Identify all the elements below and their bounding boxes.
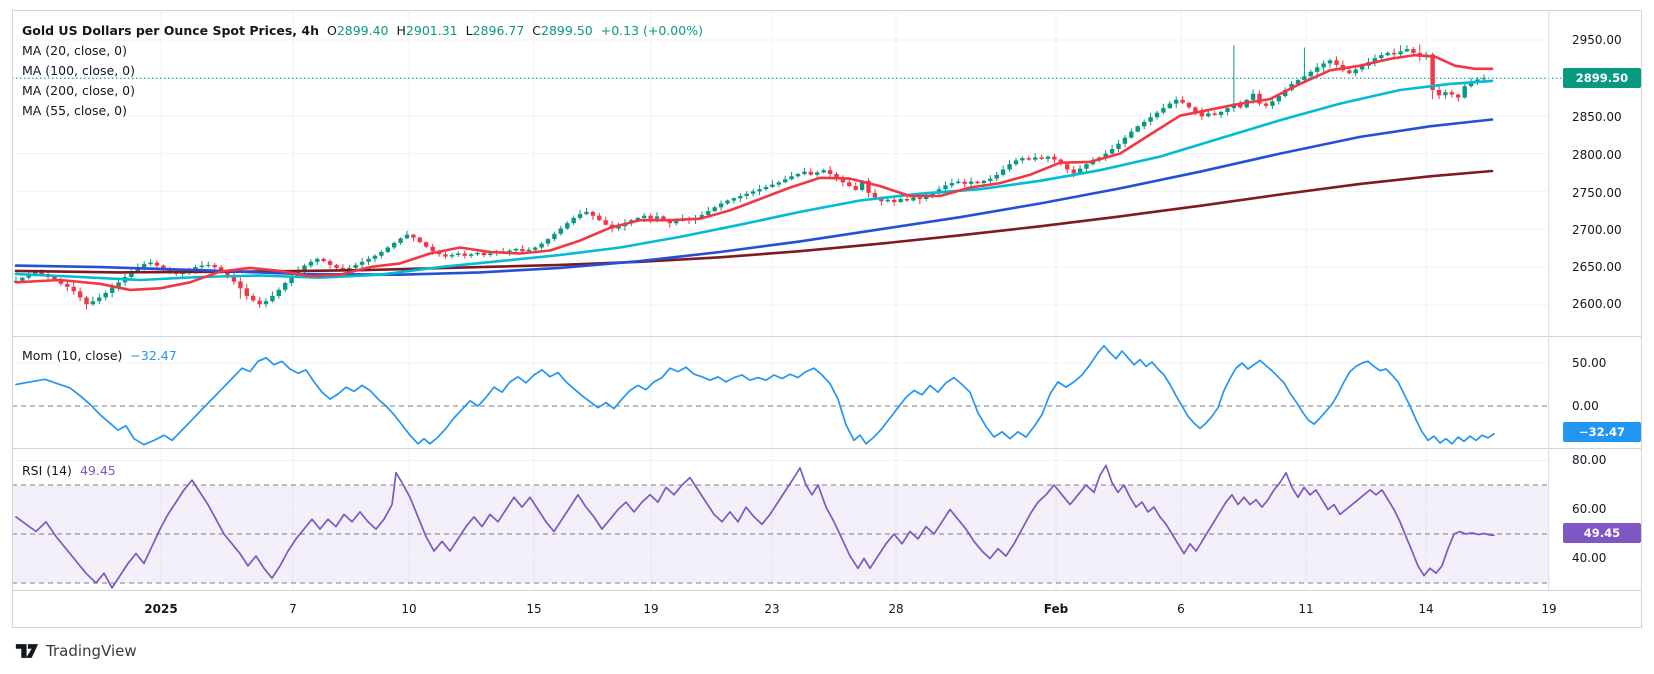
time-axis-label: 2025 — [144, 602, 177, 616]
time-axis-label: 10 — [401, 602, 416, 616]
chart-widget: Gold US Dollars per Ounce Spot Prices, 4… — [0, 0, 1654, 674]
price-axis-label: 2750.00 — [1572, 186, 1622, 200]
price-axis-label: 2800.00 — [1572, 148, 1622, 162]
ma-legend-100[interactable]: MA (100, close, 0) — [22, 61, 703, 81]
ma-legend-20[interactable]: MA (20, close, 0) — [22, 41, 703, 61]
rsi-axis-label: 60.00 — [1572, 502, 1606, 516]
ma-legend-55[interactable]: MA (55, close, 0) — [22, 101, 703, 121]
time-axis-label: 15 — [526, 602, 541, 616]
price-axis-label: 2600.00 — [1572, 297, 1622, 311]
momentum-legend-label: Mom (10, close) — [22, 348, 122, 363]
price-scale-separator — [1548, 10, 1549, 590]
ohlc-change: +0.13 (+0.00%) — [601, 21, 703, 41]
rsi-legend[interactable]: RSI (14) 49.45 — [22, 462, 116, 480]
momentum-axis-label: 50.00 — [1572, 356, 1606, 370]
momentum-legend[interactable]: Mom (10, close) −32.47 — [22, 347, 177, 365]
last-price-badge: 2899.50 — [1563, 68, 1641, 88]
symbol-title: Gold US Dollars per Ounce Spot Prices, 4… — [22, 21, 319, 41]
tradingview-logo-icon — [15, 641, 39, 661]
ohlc-high: H2901.31 — [397, 21, 458, 41]
time-axis-label: 19 — [643, 602, 658, 616]
momentum-legend-value: −32.47 — [130, 348, 176, 363]
rsi-value-badge: 49.45 — [1563, 523, 1641, 543]
tradingview-link[interactable]: TradingView — [15, 641, 137, 661]
price-axis-label: 2850.00 — [1572, 110, 1622, 124]
time-axis-label: Feb — [1044, 602, 1068, 616]
time-axis-label: 14 — [1418, 602, 1433, 616]
time-axis-label: 6 — [1177, 602, 1185, 616]
momentum-value-badge: −32.47 — [1563, 422, 1641, 442]
time-axis-separator — [12, 590, 1642, 591]
time-axis-label: 19 — [1541, 602, 1556, 616]
time-axis-label: 23 — [764, 602, 779, 616]
rsi-legend-label: RSI (14) — [22, 463, 72, 478]
ma-legend-200[interactable]: MA (200, close, 0) — [22, 81, 703, 101]
price-axis-label: 2650.00 — [1572, 260, 1622, 274]
panel-separator-rsi[interactable] — [12, 448, 1642, 449]
time-axis-label: 28 — [888, 602, 903, 616]
panel-separator-momentum[interactable] — [12, 336, 1642, 337]
rsi-axis-label: 80.00 — [1572, 453, 1606, 467]
momentum-axis-label: 0.00 — [1572, 399, 1599, 413]
symbol-legend-row[interactable]: Gold US Dollars per Ounce Spot Prices, 4… — [22, 21, 703, 41]
ohlc-low: L2896.77 — [466, 21, 525, 41]
rsi-axis-label: 40.00 — [1572, 551, 1606, 565]
time-axis-label: 7 — [289, 602, 297, 616]
rsi-legend-value: 49.45 — [80, 463, 116, 478]
ohlc-close: C2899.50 — [532, 21, 592, 41]
ohlc-open: O2899.40 — [327, 21, 389, 41]
tradingview-brand-text: TradingView — [46, 642, 137, 660]
main-legend: Gold US Dollars per Ounce Spot Prices, 4… — [22, 21, 703, 121]
price-axis-label: 2700.00 — [1572, 223, 1622, 237]
time-axis-label: 11 — [1298, 602, 1313, 616]
price-axis-label: 2950.00 — [1572, 33, 1622, 47]
